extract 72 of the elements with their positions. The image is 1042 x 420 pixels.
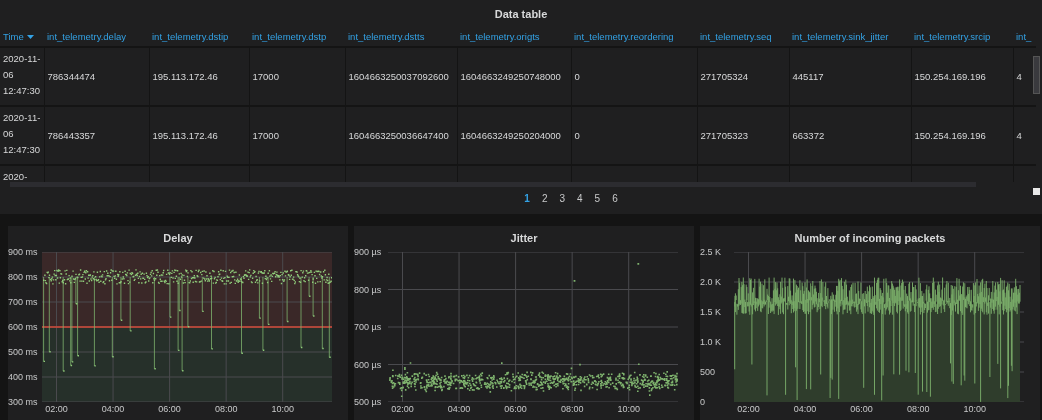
- x-axis-label: 10:00: [963, 404, 986, 414]
- x-axis-label: 06:00: [504, 404, 527, 414]
- y-axis-label: 800 µs: [354, 284, 382, 295]
- x-axis-label: 06:00: [158, 404, 181, 414]
- page-link[interactable]: 5: [594, 193, 601, 204]
- y-axis-label: 1.5 K: [700, 307, 721, 317]
- column-header[interactable]: int_telemetry.dstp: [249, 26, 345, 47]
- x-axis-label: 10:00: [271, 404, 294, 414]
- y-axis-label: 700 µs: [354, 322, 382, 332]
- table-cell: 150.254.169.196: [911, 48, 1013, 106]
- column-header[interactable]: int_telemetry.delay: [44, 26, 149, 47]
- table-cell: 663372: [789, 106, 911, 165]
- y-axis-label: 600 µs: [354, 359, 382, 370]
- page-link[interactable]: 4: [577, 193, 583, 204]
- column-header[interactable]: int_telemetry.dstts: [345, 26, 457, 47]
- page-link[interactable]: 3: [559, 193, 565, 204]
- y-axis-label: 800 ms: [8, 272, 38, 282]
- column-header[interactable]: int_telemetry.srcip: [911, 26, 1013, 47]
- table-cell: 1604663250036647400: [345, 106, 457, 165]
- page-link[interactable]: 1: [524, 193, 530, 204]
- table-cell: 17000: [249, 106, 345, 165]
- table-cell: 1604663249250748000: [457, 48, 571, 106]
- x-axis-label: 04:00: [447, 404, 471, 414]
- x-axis-label: 06:00: [850, 404, 873, 414]
- panel-title: Data table: [493, 7, 549, 22]
- table-cell: 271705323: [697, 106, 789, 165]
- x-axis-label: 08:00: [214, 404, 238, 414]
- table-cell: 2020-11-06 12:47:30: [0, 106, 44, 165]
- table-cell: 1604663250037092600: [345, 48, 457, 106]
- table-cell: 17000: [249, 48, 345, 106]
- x-axis-label: 08:00: [906, 404, 930, 414]
- x-axis-label: 10:00: [617, 404, 640, 414]
- table-cell: 786344474: [44, 48, 149, 106]
- column-header[interactable]: int_telemetry.sink_jitter: [789, 26, 911, 47]
- table-cell: 786443357: [44, 106, 149, 165]
- y-axis-label: 600 ms: [8, 322, 38, 332]
- y-axis-label: 500 µs: [354, 397, 382, 407]
- x-axis-label: 04:00: [101, 404, 125, 414]
- table-cell: 0: [571, 106, 697, 165]
- column-header[interactable]: Time: [0, 26, 44, 47]
- y-axis-label: 500 ms: [8, 347, 38, 357]
- y-axis-label: 1.0 K: [700, 337, 721, 347]
- column-header[interactable]: int_telemetry.dstip: [149, 26, 249, 47]
- column-header[interactable]: int_telemetry.reordering: [571, 26, 697, 47]
- x-axis-label: 02:00: [45, 404, 68, 414]
- y-axis-label: 400 ms: [8, 372, 38, 382]
- table-cell: 150.254.169.196: [911, 106, 1013, 165]
- table-cell: 445117: [789, 48, 911, 106]
- y-axis-label: 2.0 K: [700, 277, 721, 287]
- x-axis-label: 02:00: [391, 404, 414, 414]
- table-cell: 1604663249250204000: [457, 106, 571, 165]
- table-cell: 4: [1013, 106, 1036, 165]
- y-axis-label: 900 µs: [354, 247, 382, 257]
- y-axis-label: 900 ms: [8, 247, 38, 257]
- page-link[interactable]: 6: [612, 193, 618, 204]
- table-cell: 195.113.172.46: [149, 106, 249, 165]
- page-link[interactable]: 2: [541, 193, 548, 204]
- table-cell: 2020-11-06 12:47:30: [0, 48, 44, 106]
- table-cell: 271705324: [697, 48, 789, 106]
- y-axis-label: 0: [700, 397, 705, 407]
- table-cell: 0: [571, 48, 697, 106]
- y-axis-label: 2.5 K: [700, 247, 721, 257]
- x-axis-label: 02:00: [737, 404, 760, 414]
- x-axis-label: 04:00: [793, 404, 817, 414]
- y-axis-label: 500: [700, 367, 716, 377]
- y-axis-label: 700 ms: [8, 297, 38, 307]
- column-header[interactable]: int_: [1013, 26, 1036, 47]
- column-header[interactable]: int_telemetry.seq: [697, 26, 789, 47]
- column-header[interactable]: int_telemetry.origts: [457, 26, 571, 47]
- y-axis-label: 300 ms: [8, 397, 38, 407]
- x-axis-label: 08:00: [560, 404, 584, 414]
- table-cell: 195.113.172.46: [149, 48, 249, 106]
